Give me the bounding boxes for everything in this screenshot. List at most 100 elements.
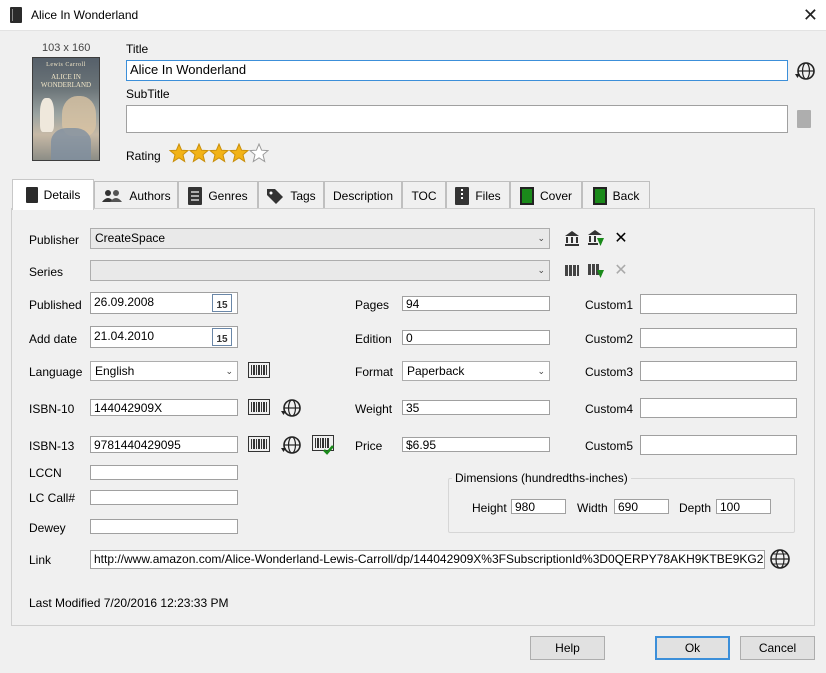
tab-back[interactable]: Back — [582, 181, 650, 209]
lccn-label: LCCN — [29, 466, 62, 480]
star-filled-icon[interactable] — [229, 143, 249, 163]
isbn13-input[interactable]: 9781440429095 — [90, 436, 238, 453]
weight-input[interactable]: 35 — [402, 400, 550, 415]
barcode-verified-icon[interactable] — [312, 435, 336, 455]
custom2-input[interactable] — [640, 328, 797, 348]
series-clear-icon[interactable]: ✕ — [612, 261, 630, 279]
tab-label: Back — [612, 188, 640, 203]
series-add-icon[interactable] — [587, 261, 605, 279]
tab-toc[interactable]: TOC — [402, 181, 446, 209]
tab-label: Description — [332, 188, 394, 203]
height-label: Height — [472, 501, 507, 515]
web-lookup-icon[interactable] — [794, 60, 816, 82]
custom4-label: Custom4 — [585, 402, 634, 416]
cancel-button[interactable]: Cancel — [740, 636, 815, 660]
depth-label: Depth — [679, 501, 712, 515]
subtitle-input[interactable] — [126, 105, 788, 133]
last-modified: Last Modified 7/20/2016 12:23:33 PM — [29, 596, 229, 610]
globe-icon[interactable] — [769, 548, 791, 570]
publisher-clear-icon[interactable]: ✕ — [612, 229, 630, 247]
ok-button[interactable]: Ok — [655, 636, 730, 660]
cover-art-title: ALICE IN WONDERLAND — [40, 73, 92, 89]
close-icon[interactable]: ✕ — [803, 5, 818, 25]
barcode-icon[interactable] — [248, 435, 270, 453]
tab-label: Cover — [539, 188, 572, 203]
series-combo[interactable]: ⌄ — [90, 260, 550, 281]
tab-authors[interactable]: Authors — [94, 181, 178, 209]
chevron-down-icon: ⌄ — [225, 366, 233, 376]
tab-label: Genres — [208, 188, 248, 203]
rating-stars[interactable] — [169, 143, 269, 165]
lccall-input[interactable] — [90, 490, 238, 505]
chevron-down-icon: ⌄ — [537, 366, 545, 376]
width-input[interactable]: 690 — [614, 499, 669, 514]
publisher-add-icon[interactable] — [587, 229, 605, 247]
tab-details[interactable]: Details — [12, 179, 94, 210]
tab-tags[interactable]: Tags — [258, 181, 324, 209]
publisher-manage-icon[interactable] — [563, 229, 581, 247]
star-empty-icon[interactable] — [249, 143, 269, 163]
barcode-icon[interactable] — [248, 398, 270, 416]
lccall-label: LC Call# — [29, 491, 76, 505]
format-label: Format — [355, 365, 394, 379]
width-label: Width — [577, 501, 608, 515]
tab-files[interactable]: Files — [446, 181, 510, 209]
isbn10-label: ISBN-10 — [29, 402, 75, 416]
calendar-icon[interactable]: 15 — [212, 294, 232, 312]
dimensions-label: Dimensions (hundredths-inches) — [452, 471, 631, 485]
title-bar: Alice In Wonderland ✕ — [0, 0, 826, 31]
dewey-input[interactable] — [90, 519, 238, 534]
series-manage-icon[interactable] — [563, 261, 581, 279]
title-input[interactable]: Alice In Wonderland — [126, 60, 788, 81]
tag-icon — [267, 188, 284, 204]
window-title: Alice In Wonderland — [31, 8, 139, 22]
custom4-input[interactable] — [640, 398, 797, 418]
book-icon — [10, 7, 22, 23]
custom3-input[interactable] — [640, 361, 797, 381]
published-date-value: 26.09.2008 — [94, 295, 155, 309]
tab-cover[interactable]: Cover — [510, 181, 582, 209]
isbn10-input[interactable]: 144042909X — [90, 399, 238, 416]
cover-image[interactable]: Lewis Carroll ALICE IN WONDERLAND — [32, 57, 100, 161]
link-input[interactable]: http://www.amazon.com/Alice-Wonderland-L… — [90, 550, 765, 569]
format-combo[interactable]: Paperback ⌄ — [402, 361, 550, 381]
list-icon — [188, 186, 203, 205]
publisher-value: CreateSpace — [95, 231, 166, 245]
depth-input[interactable]: 100 — [716, 499, 771, 514]
help-button[interactable]: Help — [530, 636, 605, 660]
custom3-label: Custom3 — [585, 365, 634, 379]
cover-size: 103 x 160 — [42, 42, 91, 54]
rating-label: Rating — [126, 149, 161, 163]
star-filled-icon[interactable] — [209, 143, 229, 163]
barcode-icon[interactable] — [248, 361, 270, 379]
green-book-icon — [519, 186, 534, 205]
web-lookup-icon[interactable] — [280, 434, 302, 456]
custom2-label: Custom2 — [585, 332, 634, 346]
cover-art-dress — [51, 128, 91, 160]
star-filled-icon[interactable] — [169, 143, 189, 163]
custom5-input[interactable] — [640, 435, 797, 455]
book-icon — [25, 187, 38, 203]
web-lookup-icon[interactable] — [280, 397, 302, 419]
star-filled-icon[interactable] — [189, 143, 209, 163]
pages-input[interactable]: 94 — [402, 296, 550, 311]
series-label: Series — [29, 265, 64, 279]
weight-label: Weight — [355, 402, 393, 416]
height-input[interactable]: 980 — [511, 499, 566, 514]
custom1-input[interactable] — [640, 294, 797, 314]
tab-description[interactable]: Description — [324, 181, 402, 209]
pages-label: Pages — [355, 298, 390, 312]
lccn-input[interactable] — [90, 465, 238, 480]
book-icon[interactable] — [797, 110, 811, 128]
add-date-value: 21.04.2010 — [94, 329, 155, 343]
edition-label: Edition — [355, 332, 392, 346]
add-date-label: Add date — [29, 332, 78, 346]
price-input[interactable]: $6.95 — [402, 437, 550, 452]
calendar-icon[interactable]: 15 — [212, 328, 232, 346]
publisher-combo[interactable]: CreateSpace ⌄ — [90, 228, 550, 249]
language-combo[interactable]: English ⌄ — [90, 361, 238, 381]
tab-genres[interactable]: Genres — [178, 181, 258, 209]
format-value: Paperback — [407, 364, 465, 378]
chevron-down-icon: ⌄ — [537, 233, 545, 243]
edition-input[interactable]: 0 — [402, 330, 550, 345]
